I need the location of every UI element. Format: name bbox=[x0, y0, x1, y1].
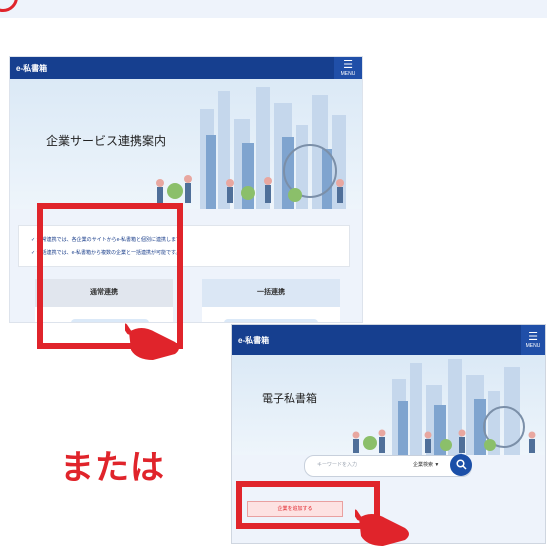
menu-label: MENU bbox=[525, 343, 541, 349]
logo[interactable]: e-私書箱 bbox=[238, 335, 269, 346]
card-title: 一括連携 bbox=[202, 279, 340, 307]
pointing-hand-icon bbox=[125, 323, 179, 360]
or-label: または bbox=[60, 449, 165, 487]
filter-label: 企業検索 bbox=[413, 462, 434, 468]
search-icon bbox=[455, 459, 467, 470]
search-input[interactable]: キーワードを入力 企業検索 ▼ bbox=[304, 455, 472, 477]
chevron-down-icon: ▼ bbox=[434, 462, 440, 468]
search-button[interactable] bbox=[450, 454, 472, 476]
hero-banner: 電子私書箱 bbox=[232, 355, 545, 455]
pointing-hand-icon bbox=[355, 509, 409, 546]
menu-label: MENU bbox=[340, 71, 356, 77]
search-placeholder: キーワードを入力 bbox=[317, 462, 358, 468]
header: e-私書箱 ☰ MENU bbox=[232, 325, 545, 355]
logo[interactable]: e-私書箱 bbox=[16, 63, 47, 74]
menu-button[interactable]: ☰ MENU bbox=[521, 325, 545, 355]
hamburger-icon: ☰ bbox=[343, 59, 353, 71]
menu-button[interactable]: ☰ MENU bbox=[334, 57, 362, 79]
bulk-link-card[interactable]: 一括連携 bbox=[202, 279, 340, 322]
top-band bbox=[0, 0, 547, 18]
search-filter-select[interactable]: 企業検索 ▼ bbox=[413, 461, 439, 468]
header: e-私書箱 ☰ MENU bbox=[10, 57, 362, 79]
bulk-link-illustration-icon bbox=[224, 319, 318, 322]
city-illustration-icon bbox=[352, 359, 536, 455]
hero-banner: 企業サービス連携案内 bbox=[10, 79, 362, 209]
city-illustration-icon bbox=[156, 87, 346, 209]
hamburger-icon: ☰ bbox=[528, 331, 538, 343]
